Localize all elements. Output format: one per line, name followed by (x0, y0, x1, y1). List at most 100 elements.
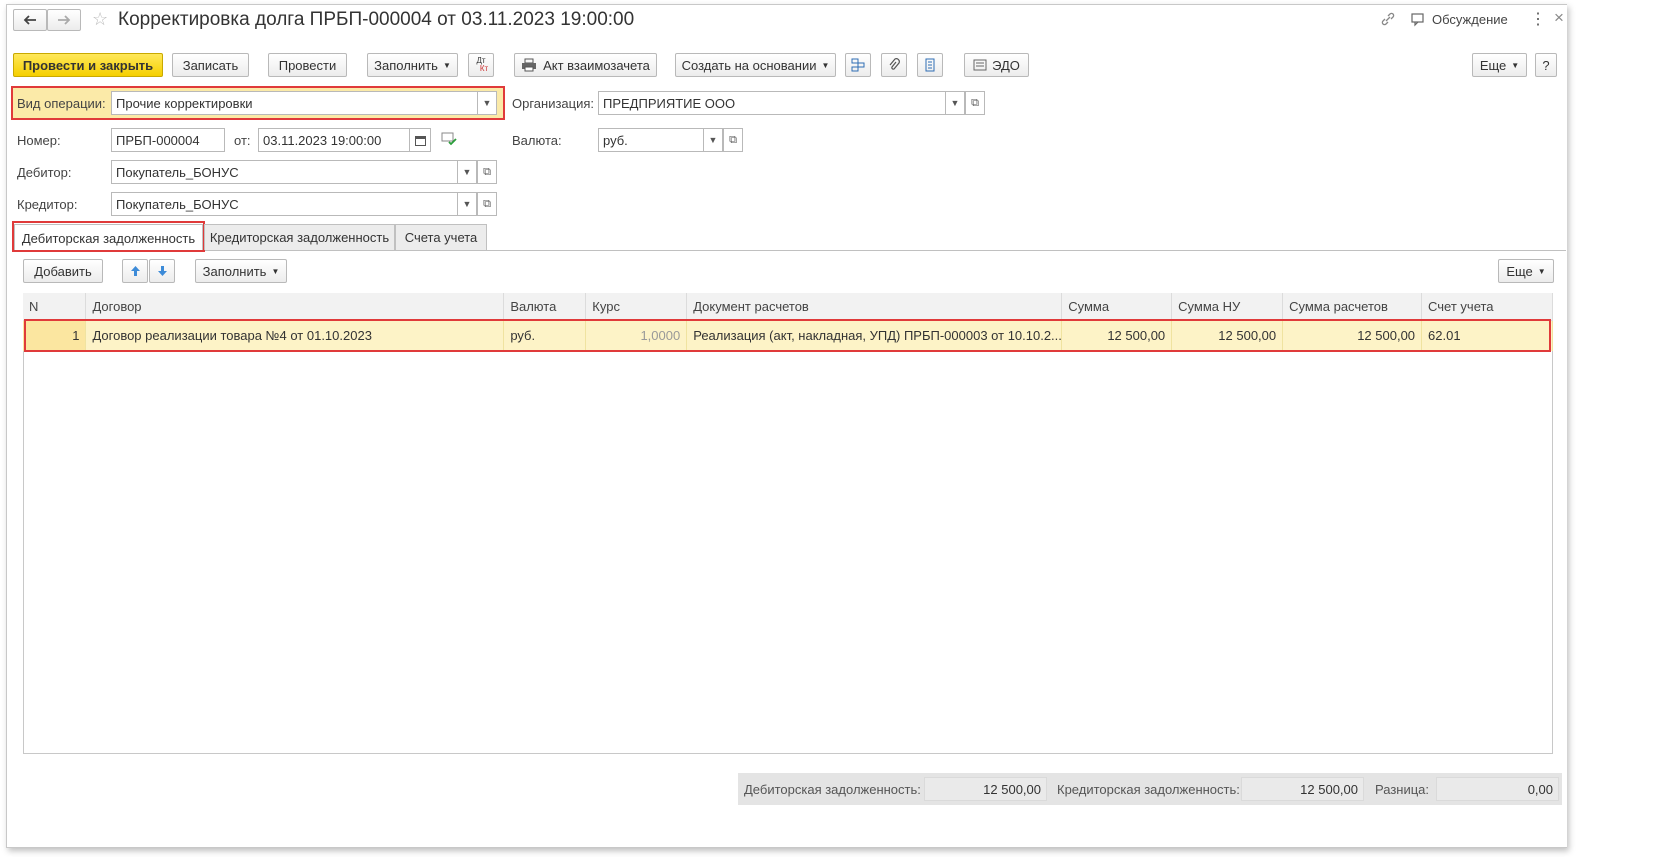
discussion-label: Обсуждение (1432, 12, 1508, 27)
currency-open-button[interactable]: ⧉ (723, 128, 743, 152)
caret-down-icon: ▼ (482, 98, 492, 108)
date-field[interactable]: 03.11.2023 19:00:00 (258, 128, 410, 152)
column-header[interactable]: Договор (85, 293, 505, 321)
tab-debit-highlight-box (12, 221, 205, 252)
difference-label: Разница: (1375, 782, 1430, 797)
arrow-left-icon (23, 15, 36, 25)
debtor-dropdown[interactable]: ▼ (457, 160, 477, 184)
creditor-open-button[interactable]: ⧉ (477, 192, 497, 216)
column-header[interactable]: Сумма (1061, 293, 1173, 321)
column-header[interactable]: Сумма НУ (1171, 293, 1284, 321)
document-icon (925, 58, 935, 72)
arrow-right-icon (58, 15, 71, 25)
move-up-button[interactable] (122, 259, 148, 283)
organization-field[interactable]: ПРЕДПРИЯТИЕ ООО (598, 91, 946, 115)
paperclip-icon (889, 58, 900, 70)
create-based-on-button[interactable]: Создать на основании ▼ (675, 53, 836, 77)
debit-total-field: 12 500,00 (924, 777, 1047, 801)
arrow-up-icon (130, 266, 140, 276)
move-down-button[interactable] (149, 259, 175, 283)
more-button[interactable]: Еще ▼ (1472, 53, 1527, 77)
create-based-label: Создать на основании (681, 57, 817, 73)
open-icon: ⧉ (729, 133, 737, 146)
close-icon[interactable]: × (1554, 8, 1564, 28)
caret-down-icon: ▼ (950, 98, 960, 108)
open-icon: ⧉ (971, 96, 979, 109)
creditor-dropdown[interactable]: ▼ (457, 192, 477, 216)
chat-icon (1411, 12, 1424, 26)
number-label: Номер: (17, 133, 61, 148)
number-field[interactable]: ПРБП-000004 (111, 128, 225, 152)
forward-button[interactable] (47, 9, 81, 31)
credit-total-label: Кредиторская задолженность: (1057, 782, 1240, 797)
difference-field: 0,00 (1436, 777, 1559, 801)
tab-strip-line (12, 250, 1566, 251)
more-label: Еще (1479, 57, 1507, 73)
column-header[interactable]: Валюта (503, 293, 587, 321)
table-container[interactable] (23, 293, 1553, 754)
structure-button[interactable] (845, 53, 871, 77)
caret-down-icon: ▼ (708, 135, 718, 145)
caret-down-icon: ▼ (271, 266, 280, 276)
column-header[interactable]: N (23, 293, 87, 321)
link-icon[interactable] (1380, 11, 1396, 30)
debtor-field[interactable]: Покупатель_БОНУС (111, 160, 458, 184)
caret-down-icon: ▼ (442, 60, 451, 70)
tab-credit[interactable]: Кредиторская задолженность (204, 224, 395, 250)
calendar-button[interactable] (409, 128, 431, 152)
debtor-open-button[interactable]: ⧉ (477, 160, 497, 184)
status-icon[interactable] (441, 132, 457, 149)
report-button[interactable] (917, 53, 943, 77)
creditor-field[interactable]: Покупатель_БОНУС (111, 192, 458, 216)
attach-button[interactable] (881, 53, 907, 77)
caret-down-icon: ▼ (1537, 266, 1546, 276)
help-button[interactable]: ? (1535, 53, 1557, 77)
discussion-button[interactable]: Обсуждение (1411, 12, 1508, 27)
column-header[interactable]: Документ расчетов (686, 293, 1063, 321)
debtor-label: Дебитор: (17, 165, 72, 180)
add-row-button[interactable]: Добавить (23, 259, 103, 283)
credit-total-field: 12 500,00 (1241, 777, 1364, 801)
operation-field[interactable]: Прочие корректировки (111, 91, 478, 115)
structure-icon (851, 58, 865, 72)
column-header[interactable]: Сумма расчетов (1282, 293, 1423, 321)
date-label: от: (234, 133, 251, 148)
fill-dropdown-button[interactable]: Заполнить ▼ (367, 53, 458, 77)
arrow-down-icon (157, 266, 167, 276)
act-button[interactable]: Акт взаимозачета (514, 53, 657, 77)
debit-total-label: Дебиторская задолженность: (744, 782, 921, 797)
caret-down-icon: ▼ (462, 167, 472, 177)
more-vertical-icon[interactable]: ⋮ (1530, 9, 1546, 29)
currency-field[interactable]: руб. (598, 128, 704, 152)
row-highlight-box (24, 319, 1551, 352)
favorite-star-icon[interactable]: ☆ (92, 9, 108, 30)
edo-label: ЭДО (992, 57, 1020, 73)
table-more-button[interactable]: Еще ▼ (1498, 259, 1554, 283)
organization-label: Организация: (512, 96, 595, 111)
operation-dropdown[interactable]: ▼ (477, 91, 497, 115)
open-icon: ⧉ (483, 197, 491, 210)
table-fill-label: Заполнить (202, 263, 267, 279)
post-and-close-button[interactable]: Провести и закрыть (13, 53, 163, 77)
window-title: Корректировка долга ПРБП-000004 от 03.11… (118, 9, 635, 30)
creditor-label: Кредитор: (17, 197, 78, 212)
column-header[interactable]: Курс (585, 293, 688, 321)
organization-dropdown[interactable]: ▼ (945, 91, 965, 115)
dt-kt-button[interactable]: Дт Кт (468, 53, 494, 77)
back-button[interactable] (13, 9, 47, 31)
tab-accounts[interactable]: Счета учета (395, 224, 487, 250)
column-header[interactable]: Счет учета (1421, 293, 1553, 321)
organization-open-button[interactable]: ⧉ (965, 91, 985, 115)
calendar-icon (414, 135, 426, 146)
currency-dropdown[interactable]: ▼ (703, 128, 723, 152)
edo-button[interactable]: ЭДО (964, 53, 1029, 77)
operation-label: Вид операции: (17, 96, 106, 111)
caret-down-icon: ▼ (462, 199, 472, 209)
post-button[interactable]: Провести (268, 53, 347, 77)
save-button[interactable]: Записать (172, 53, 249, 77)
kt-label: Кт (479, 64, 489, 73)
table-fill-button[interactable]: Заполнить ▼ (195, 259, 287, 283)
fill-label: Заполнить (374, 57, 438, 73)
table-header: N Договор Валюта Курс Документ расчетов … (23, 293, 1553, 321)
caret-down-icon: ▼ (1511, 60, 1520, 70)
